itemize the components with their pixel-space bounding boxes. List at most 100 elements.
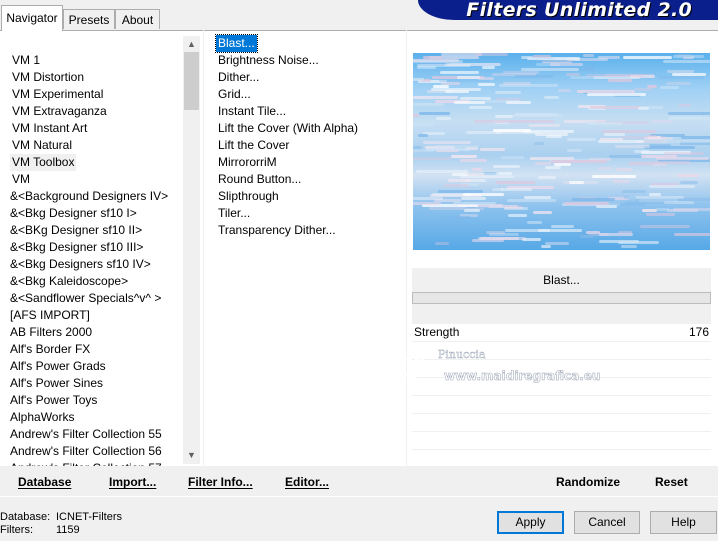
preview-texture (477, 76, 494, 80)
preview-texture (652, 163, 667, 167)
database-label: Database: (0, 511, 51, 523)
tab-about[interactable]: About (115, 9, 160, 29)
preview-texture (659, 85, 680, 89)
category-item[interactable]: &<Background Designers IV> (8, 188, 170, 205)
filter-item[interactable]: Slipthrough (216, 188, 281, 205)
control-label: Strength (414, 325, 460, 339)
category-item[interactable]: &<Bkg Designer sf10 I> (8, 205, 139, 222)
category-item[interactable]: VM Distortion (10, 69, 86, 86)
preview-texture (526, 220, 542, 224)
filter-item[interactable]: Blast... (215, 34, 258, 53)
preview-texture (535, 161, 551, 165)
preview-texture (577, 89, 636, 93)
preview-texture (473, 119, 496, 123)
category-item[interactable]: &<Bkg Designer sf10 III> (8, 239, 145, 256)
preview-texture (463, 209, 481, 213)
preview-texture (637, 107, 649, 111)
filter-info-button[interactable]: Filter Info... (188, 475, 253, 489)
preview-texture (532, 54, 552, 58)
category-item[interactable]: Alf's Power Sines (8, 375, 105, 392)
help-button[interactable]: Help (650, 511, 717, 534)
filter-item[interactable]: Transparency Dither... (216, 222, 338, 239)
category-item[interactable]: VM (10, 171, 32, 188)
scroll-down-icon[interactable]: ▼ (183, 447, 200, 464)
preview-texture (540, 244, 552, 248)
preview-texture (498, 172, 513, 176)
category-scrollbar[interactable]: ▲ ▼ (183, 36, 200, 464)
tab-presets[interactable]: Presets (63, 9, 115, 29)
filter-item[interactable]: Tiler... (216, 205, 252, 222)
preview-texture (665, 82, 691, 86)
category-item[interactable]: VM Extravaganza (10, 103, 109, 120)
category-item[interactable]: VM Toolbox (10, 154, 77, 171)
filter-list[interactable]: Blast... Brightness Noise... Dither... Grid… (206, 30, 402, 466)
category-item[interactable]: AB Filters 2000 (8, 324, 94, 341)
filter-item[interactable]: Brightness Noise... (216, 52, 321, 69)
preview-texture (482, 65, 496, 69)
divider (203, 30, 204, 466)
control-row-strength[interactable]: Strength 176 (412, 324, 711, 342)
filter-item[interactable]: Lift the Cover (216, 137, 291, 154)
category-item[interactable]: Andrew's Filter Collection 56 (8, 443, 164, 460)
category-item[interactable]: Andrew's Filter Collection 55 (8, 426, 164, 443)
category-item[interactable]: AlphaWorks (8, 409, 76, 426)
scrollbar-thumb[interactable] (184, 52, 199, 110)
category-item[interactable]: VM Natural (10, 137, 74, 154)
preview-texture (447, 178, 471, 182)
editor-button[interactable]: Editor... (285, 475, 329, 489)
category-item[interactable]: VM Instant Art (10, 120, 89, 137)
preview-texture (592, 174, 636, 178)
category-item[interactable]: Alf's Power Grads (8, 358, 108, 375)
category-item[interactable]: &<Sandflower Specials^v^ > (8, 290, 163, 307)
bottom-toolbar: Database Import... Filter Info... Editor… (0, 466, 718, 496)
filter-item[interactable]: Lift the Cover (With Alpha) (216, 120, 360, 137)
filter-item[interactable]: Dither... (216, 69, 261, 86)
preview-texture (446, 215, 471, 219)
preview-texture (589, 105, 641, 109)
preview-texture (444, 90, 469, 94)
preview-texture (439, 71, 480, 75)
preview-texture (678, 104, 692, 108)
preview-texture (495, 180, 535, 184)
tab-navigator[interactable]: Navigator (1, 5, 63, 31)
category-item[interactable]: VM 1 (10, 52, 42, 69)
preview-texture (417, 134, 429, 138)
category-item[interactable]: Alf's Power Toys (8, 392, 99, 409)
database-value: ICNET-Filters (56, 511, 122, 523)
apply-button[interactable]: Apply (497, 511, 564, 534)
preview-texture (650, 119, 673, 123)
preview-texture (435, 116, 452, 120)
preview-texture (566, 148, 583, 152)
cancel-button[interactable]: Cancel (574, 511, 640, 534)
category-item[interactable]: &<Bkg Kaleidoscope> (8, 273, 130, 290)
category-item[interactable]: Alf's Border FX (8, 341, 92, 358)
category-item[interactable]: VM Experimental (10, 86, 105, 103)
preview-texture (663, 59, 710, 63)
banner-title: Filters Unlimited 2.0 (466, 0, 692, 20)
preview-texture (451, 155, 477, 159)
category-item[interactable]: &<BKg Designer sf10 II> (8, 222, 144, 239)
preview-texture (413, 78, 424, 82)
preview-texture (673, 232, 710, 236)
category-item[interactable]: &<Bkg Designers sf10 IV> (8, 256, 153, 273)
reset-button[interactable]: Reset (655, 475, 688, 489)
preview-texture (568, 181, 585, 185)
preview-texture (494, 91, 522, 95)
filter-item[interactable]: Instant Tile... (216, 103, 288, 120)
preview-image (413, 53, 710, 250)
preview-texture (462, 193, 505, 197)
preview-texture (679, 197, 710, 201)
category-list[interactable]: VM 1 VM Distortion VM Experimental VM Extra… (0, 30, 183, 466)
scroll-up-icon[interactable]: ▲ (183, 36, 200, 53)
filter-item[interactable]: Grid... (216, 86, 253, 103)
filter-item[interactable]: MirrororriM (216, 154, 279, 171)
randomize-button[interactable]: Randomize (556, 475, 620, 489)
preview-texture (443, 183, 469, 187)
database-button[interactable]: Database (18, 475, 71, 489)
filter-item[interactable]: Round Button... (216, 171, 303, 188)
control-row-empty (412, 432, 711, 450)
preview-texture (495, 115, 514, 119)
category-item[interactable]: [AFS IMPORT] (8, 307, 92, 324)
preview-texture (655, 208, 670, 212)
import-button[interactable]: Import... (109, 475, 156, 489)
